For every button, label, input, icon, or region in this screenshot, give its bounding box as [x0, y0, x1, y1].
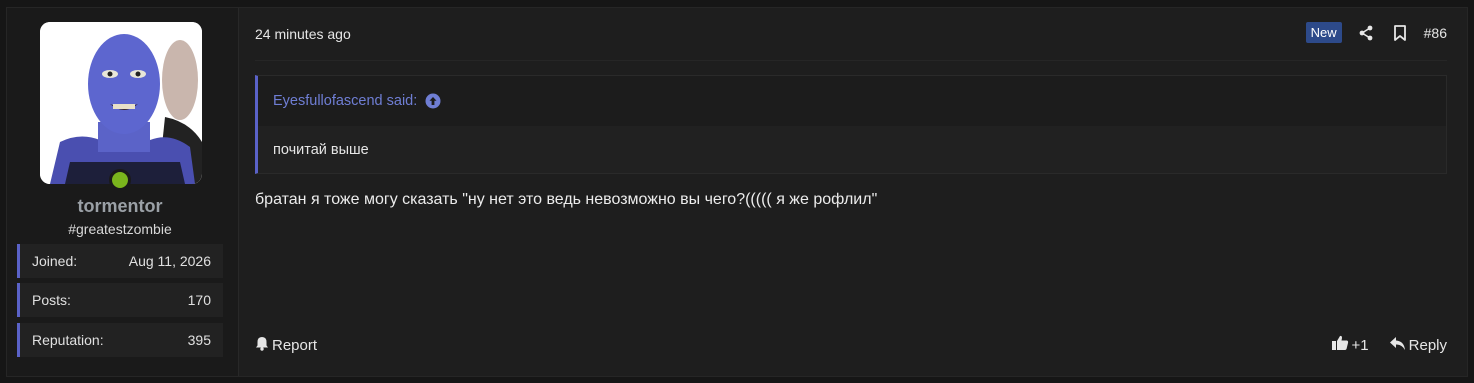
- arrow-up-circle-icon[interactable]: [425, 93, 441, 109]
- online-status-indicator: [109, 169, 131, 191]
- like-button[interactable]: +1: [1331, 335, 1369, 355]
- post-container: tormentor #greatestzombie Joined: Aug 11…: [6, 7, 1468, 377]
- stat-value: Aug 11, 2026: [128, 253, 211, 269]
- user-title: #greatestzombie: [68, 221, 172, 237]
- post-body: 24 minutes ago New #86 Eyesfullofascend …: [239, 8, 1467, 376]
- share-icon[interactable]: [1356, 23, 1376, 43]
- reply-button[interactable]: Reply: [1389, 336, 1447, 355]
- post-header-actions: New #86: [1305, 22, 1447, 43]
- quote-block: Eyesfullofascend said: почитай выше: [255, 75, 1447, 174]
- header-divider: [255, 60, 1447, 61]
- username[interactable]: tormentor: [7, 196, 233, 217]
- reply-label: Reply: [1408, 336, 1447, 354]
- footer-actions: +1 Reply: [1331, 335, 1447, 355]
- new-badge: New: [1305, 22, 1342, 43]
- stat-posts: Posts: 170: [17, 283, 223, 317]
- report-button[interactable]: Report: [255, 336, 317, 355]
- stat-label: Reputation:: [32, 332, 104, 348]
- stat-label: Posts:: [32, 292, 71, 308]
- like-count: +1: [1351, 336, 1369, 354]
- thumbs-up-icon: [1331, 335, 1349, 355]
- reply-arrow-icon: [1389, 336, 1406, 355]
- stat-joined: Joined: Aug 11, 2026: [17, 244, 223, 278]
- quote-header: Eyesfullofascend said:: [258, 76, 1446, 126]
- quote-text: почитай выше: [258, 126, 1446, 173]
- post-footer: Report +1 Reply: [255, 335, 1447, 355]
- quote-author-link[interactable]: Eyesfullofascend said:: [273, 93, 417, 109]
- stat-value: 170: [187, 292, 211, 308]
- post-number-link[interactable]: #86: [1424, 25, 1447, 41]
- message-text: братан я тоже могу сказать "ну нет это в…: [255, 191, 878, 208]
- report-label: Report: [272, 336, 318, 354]
- bell-icon: [255, 336, 269, 355]
- stat-value: 395: [187, 332, 211, 348]
- stat-label: Joined:: [32, 253, 78, 269]
- user-sidebar: tormentor #greatestzombie Joined: Aug 11…: [7, 8, 239, 376]
- post-timestamp[interactable]: 24 minutes ago: [255, 26, 351, 42]
- avatar[interactable]: [40, 22, 202, 184]
- stat-reputation: Reputation: 395: [17, 323, 223, 357]
- bookmark-icon[interactable]: [1390, 23, 1410, 43]
